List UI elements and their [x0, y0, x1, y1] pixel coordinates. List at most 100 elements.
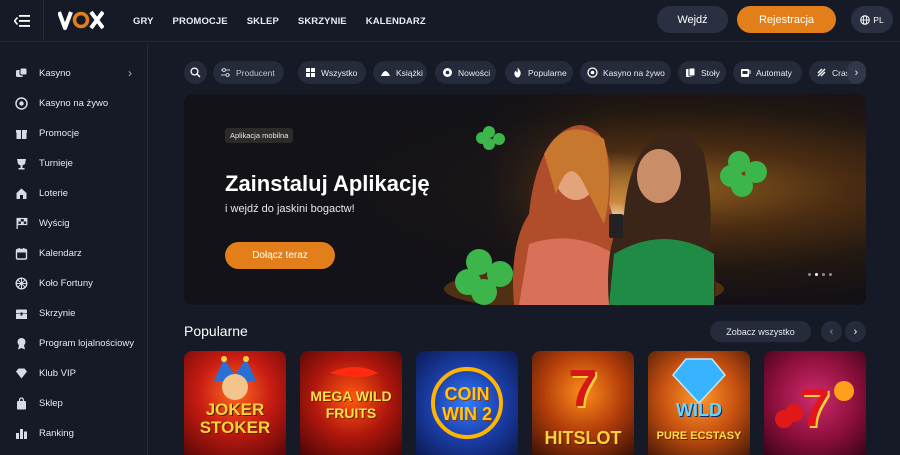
- new-badge-icon: [442, 67, 453, 78]
- game-title-line1: MEGA WILD: [310, 388, 392, 404]
- search-button[interactable]: [184, 61, 207, 84]
- game-tile-hitslot[interactable]: 7 HITSLOT: [532, 351, 634, 455]
- sidebar-item-label: Turnieje: [39, 157, 73, 169]
- language-code: PL: [873, 14, 884, 25]
- producer-filter[interactable]: Producent: [213, 61, 284, 84]
- nav-shop[interactable]: SKLEP: [247, 16, 279, 27]
- sidebar-item-race[interactable]: Wyścig: [0, 208, 148, 238]
- game-title-line1: COIN: [444, 384, 490, 404]
- sidebar-item-live-casino[interactable]: Kasyno na żywo: [0, 88, 148, 118]
- banner-title: Zainstaluj Aplikację: [225, 171, 430, 196]
- producer-filter-label: Producent: [236, 67, 275, 78]
- calendar-icon: [15, 247, 28, 260]
- join-now-button[interactable]: Dołącz teraz: [225, 242, 335, 269]
- game-tile-fruit-seven[interactable]: 7: [764, 351, 866, 455]
- sidebar-item-label: Ranking: [39, 427, 74, 439]
- filter-label: Automaty: [756, 67, 792, 78]
- register-button[interactable]: Rejestracja: [737, 6, 836, 33]
- game-tile-mega-wild-fruits[interactable]: MEGA WILD FRUITS: [300, 351, 402, 455]
- filter-label: Książki: [396, 67, 423, 78]
- carousel-dot-active[interactable]: [815, 273, 818, 276]
- rocket-icon: [816, 67, 827, 78]
- banner-artwork: [184, 94, 866, 305]
- fire-icon: [512, 67, 523, 78]
- top-header: GRY PROMOCJE SKLEP SKRZYNIE KALENDARZ We…: [0, 0, 900, 42]
- sidebar-item-lotteries[interactable]: Loterie: [0, 178, 148, 208]
- grid-icon: [305, 67, 316, 78]
- lottery-icon: [15, 187, 28, 200]
- sidebar-item-label: Loterie: [39, 187, 69, 199]
- filter-books[interactable]: Książki: [373, 61, 427, 84]
- login-button[interactable]: Wejdź: [657, 6, 728, 33]
- sidebar-item-vip-club[interactable]: Klub VIP: [0, 358, 148, 388]
- books-icon: [380, 67, 391, 78]
- filter-slots[interactable]: Automaty: [733, 61, 802, 84]
- filter-popular[interactable]: Popularne: [505, 61, 573, 84]
- game-title-line2: FRUITS: [325, 405, 377, 421]
- chevron-right-icon: ›: [853, 325, 858, 338]
- game-tile-wild-pure-ecstasy[interactable]: WILD PURE ECSTASY: [648, 351, 750, 455]
- language-selector[interactable]: PL: [851, 6, 893, 33]
- see-all-button[interactable]: Zobacz wszystko: [710, 321, 811, 342]
- carousel-dot[interactable]: [808, 273, 811, 276]
- dice-icon: [15, 67, 28, 80]
- promo-banner[interactable]: Aplikacja mobilna Zainstaluj Aplikację i…: [184, 94, 866, 305]
- sidebar-item-wheel-of-fortune[interactable]: Koło Fortuny: [0, 268, 148, 298]
- game-title-line2: WIN 2: [441, 404, 492, 424]
- sidebar-item-label: Skrzynie: [39, 307, 76, 319]
- sidebar-item-ranking[interactable]: Ranking: [0, 418, 148, 448]
- carousel-dots: [808, 273, 832, 276]
- wheel-icon: [15, 276, 28, 290]
- sidebar-item-tournaments[interactable]: Turnieje: [0, 148, 148, 178]
- chevron-right-icon: ›: [128, 66, 132, 80]
- sidebar: Kasyno › Kasyno na żywo Promocje Turniej…: [0, 43, 148, 455]
- cards-icon: [685, 67, 696, 78]
- menu-collapse-icon: [13, 15, 30, 27]
- trophy-icon: [15, 157, 28, 170]
- nav-chests[interactable]: SKRZYNIE: [298, 16, 347, 27]
- filter-label: Popularne: [528, 67, 567, 78]
- carousel-dot[interactable]: [822, 273, 825, 276]
- live-chip-icon: [15, 96, 28, 110]
- game-title-line1: JOKER: [205, 400, 265, 419]
- sidebar-item-label: Sklep: [39, 397, 63, 409]
- scroll-left-button[interactable]: ‹: [821, 321, 842, 342]
- vox-logo[interactable]: [57, 9, 105, 31]
- sidebar-item-label: Kasyno: [39, 67, 71, 79]
- filter-live-casino[interactable]: Kasyno na żywo: [580, 61, 671, 84]
- filter-new[interactable]: Nowości: [435, 61, 496, 84]
- nav-promotions[interactable]: PROMOCJE: [173, 16, 228, 27]
- globe-icon: [860, 14, 871, 25]
- banner-tag: Aplikacja mobilna: [225, 128, 294, 143]
- sidebar-item-shop[interactable]: Sklep: [0, 388, 148, 418]
- sidebar-item-label: Kalendarz: [39, 247, 82, 259]
- sidebar-item-casino[interactable]: Kasyno ›: [0, 58, 148, 88]
- filter-scroll-right-button[interactable]: ›: [847, 61, 866, 84]
- sidebar-item-chests[interactable]: Skrzynie: [0, 298, 148, 328]
- sidebar-item-calendar[interactable]: Kalendarz: [0, 238, 148, 268]
- sidebar-item-loyalty-program[interactable]: Program lojalnościowy: [0, 328, 148, 358]
- popular-section-title: Popularne: [184, 323, 248, 339]
- live-chip-icon: [587, 67, 598, 78]
- game-tile-coin-win-2[interactable]: COIN WIN 2: [416, 351, 518, 455]
- game-title-line2: PURE ECSTASY: [656, 430, 742, 442]
- nav-games[interactable]: GRY: [133, 16, 154, 27]
- filter-all[interactable]: Wszystko: [298, 61, 366, 84]
- filter-label: Kasyno na żywo: [603, 67, 665, 78]
- banner-subtitle: i wejdź do jaskini bogactw!: [225, 203, 355, 215]
- game-title-line1: 7: [799, 378, 831, 438]
- sidebar-item-label: Koło Fortuny: [39, 277, 93, 289]
- menu-toggle-button[interactable]: [0, 0, 44, 42]
- game-tile-joker-stoker[interactable]: JOKER STOKER: [184, 351, 286, 455]
- filter-label: Stoły: [701, 67, 720, 78]
- nav-calendar[interactable]: KALENDARZ: [366, 16, 426, 27]
- sidebar-item-label: Klub VIP: [39, 367, 76, 379]
- carousel-dot[interactable]: [829, 273, 832, 276]
- sidebar-item-promotions[interactable]: Promocje: [0, 118, 148, 148]
- scroll-right-button[interactable]: ›: [845, 321, 866, 342]
- chevron-right-icon: ›: [854, 66, 859, 79]
- game-title-line1: 7: [568, 360, 598, 418]
- game-title-line1: WILD: [676, 400, 722, 420]
- game-title-line2: HITSLOT: [544, 428, 622, 448]
- filter-tables[interactable]: Stoły: [678, 61, 726, 84]
